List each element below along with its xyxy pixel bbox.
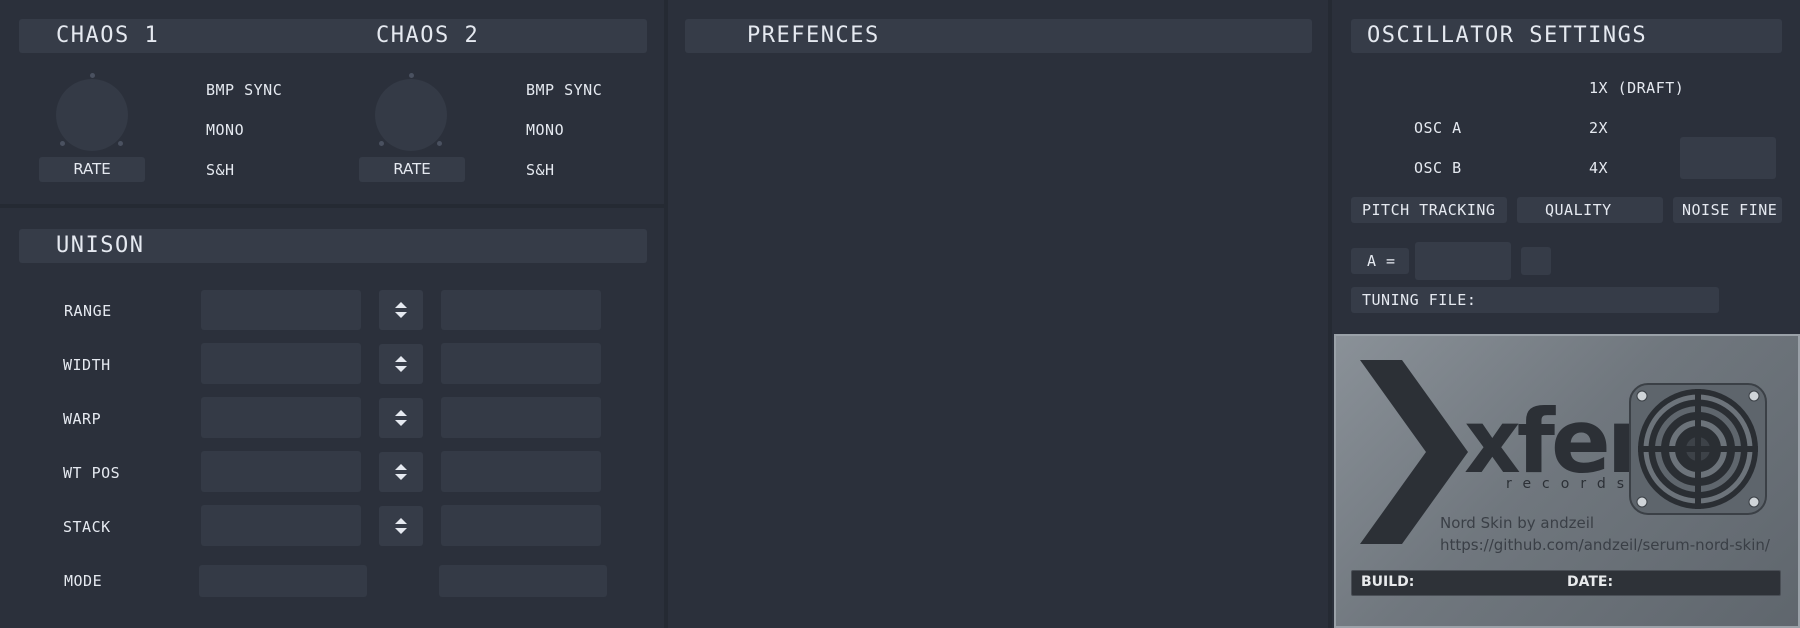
chaos2-rate-label[interactable]: RATE bbox=[359, 157, 465, 182]
skin-credit: Nord Skin by andzeil bbox=[1440, 514, 1595, 532]
osc-b-label[interactable]: OSC B bbox=[1414, 159, 1462, 177]
logo-subtext: records bbox=[1506, 476, 1636, 492]
unison-wtpos-field-right[interactable] bbox=[441, 451, 601, 492]
chaos1-rate-knob[interactable] bbox=[56, 79, 128, 151]
chaos2-rate-knob[interactable] bbox=[375, 79, 447, 151]
chaos2-sh[interactable]: S&H bbox=[526, 161, 555, 179]
chaos1-sh[interactable]: S&H bbox=[206, 161, 235, 179]
build-info-bar: BUILD: DATE: bbox=[1351, 570, 1781, 596]
osc-settings-title: OSCILLATOR SETTINGS bbox=[1367, 23, 1648, 48]
chaos2-title: CHAOS 2 bbox=[376, 23, 480, 48]
unison-range-spinner[interactable] bbox=[379, 290, 423, 330]
unison-range-field-left[interactable] bbox=[201, 290, 361, 330]
chaos1-knob-tick-top bbox=[90, 73, 95, 78]
chaos1-knob-tick-right bbox=[118, 141, 123, 146]
date-label: DATE: bbox=[1567, 574, 1614, 590]
unison-stack-field-left[interactable] bbox=[201, 505, 361, 546]
up-down-arrows-icon bbox=[395, 518, 407, 534]
unison-range-field-right[interactable] bbox=[441, 290, 601, 330]
unison-warp-field-left[interactable] bbox=[201, 397, 361, 438]
unison-mode-label: MODE bbox=[64, 572, 103, 590]
quality-4x-option[interactable]: 4X bbox=[1589, 159, 1608, 177]
quality-header: QUALITY bbox=[1517, 197, 1663, 223]
unison-warp-spinner[interactable] bbox=[379, 398, 423, 438]
unison-wtpos-label: WT POS bbox=[63, 464, 121, 482]
unison-stack-field-right[interactable] bbox=[441, 505, 601, 546]
preferences-title: PREFENCES bbox=[747, 23, 880, 48]
up-down-arrows-icon bbox=[395, 356, 407, 372]
chaos2-bpm-sync[interactable]: BMP SYNC bbox=[526, 81, 602, 99]
pitch-tracking-header: PITCH TRACKING bbox=[1351, 197, 1507, 223]
chaos1-mono[interactable]: MONO bbox=[206, 121, 244, 139]
unison-warp-label: WARP bbox=[63, 410, 102, 428]
unison-stack-label: STACK bbox=[63, 518, 111, 536]
chaos1-rate-label[interactable]: RATE bbox=[39, 157, 145, 182]
chaos1-title: CHAOS 1 bbox=[56, 23, 160, 48]
chaos2-knob-tick-left bbox=[379, 141, 384, 146]
up-down-arrows-icon bbox=[395, 302, 407, 318]
divider-chaos-unison bbox=[0, 204, 664, 208]
unison-width-label: WIDTH bbox=[63, 356, 111, 374]
unison-mode-select-right[interactable] bbox=[439, 565, 607, 597]
quality-2x-option[interactable]: 2X bbox=[1589, 119, 1608, 137]
up-down-arrows-icon bbox=[395, 410, 407, 426]
up-down-arrows-icon bbox=[395, 464, 407, 480]
build-label: BUILD: bbox=[1361, 574, 1415, 590]
unison-width-spinner[interactable] bbox=[379, 344, 423, 384]
unison-mode-select-left[interactable] bbox=[199, 565, 367, 597]
chaos1-knob-tick-left bbox=[60, 141, 65, 146]
chaos2-mono[interactable]: MONO bbox=[526, 121, 564, 139]
skin-url[interactable]: https://github.com/andzeil/serum-nord-sk… bbox=[1440, 536, 1770, 554]
tuning-file-field[interactable]: TUNING FILE: bbox=[1351, 287, 1719, 313]
a-frequency-toggle[interactable] bbox=[1521, 247, 1551, 275]
unison-width-field-right[interactable] bbox=[441, 343, 601, 384]
about-card: xfer records Nord Skin by andzeil https:… bbox=[1334, 334, 1800, 628]
quality-draft-option[interactable]: 1X (DRAFT) bbox=[1589, 79, 1684, 97]
unison-width-field-left[interactable] bbox=[201, 343, 361, 384]
speaker-grille-icon bbox=[1629, 383, 1767, 515]
a-equals-label: A = bbox=[1351, 248, 1409, 274]
divider-left bbox=[664, 0, 668, 628]
chaos2-knob-tick-right bbox=[437, 141, 442, 146]
unison-wtpos-spinner[interactable] bbox=[379, 452, 423, 492]
unison-stack-spinner[interactable] bbox=[379, 506, 423, 546]
unison-warp-field-right[interactable] bbox=[441, 397, 601, 438]
chaos1-bpm-sync[interactable]: BMP SYNC bbox=[206, 81, 282, 99]
unison-wtpos-field-left[interactable] bbox=[201, 451, 361, 492]
a-frequency-field[interactable] bbox=[1415, 242, 1511, 280]
chaos2-knob-tick-top bbox=[409, 73, 414, 78]
unison-title: UNISON bbox=[56, 233, 145, 258]
noise-fine-field[interactable] bbox=[1680, 137, 1776, 179]
divider-right bbox=[1328, 0, 1332, 628]
unison-range-label: RANGE bbox=[64, 302, 112, 320]
noise-fine-header: NOISE FINE bbox=[1673, 197, 1782, 223]
osc-a-label[interactable]: OSC A bbox=[1414, 119, 1462, 137]
logo-text: xfer bbox=[1464, 390, 1650, 493]
